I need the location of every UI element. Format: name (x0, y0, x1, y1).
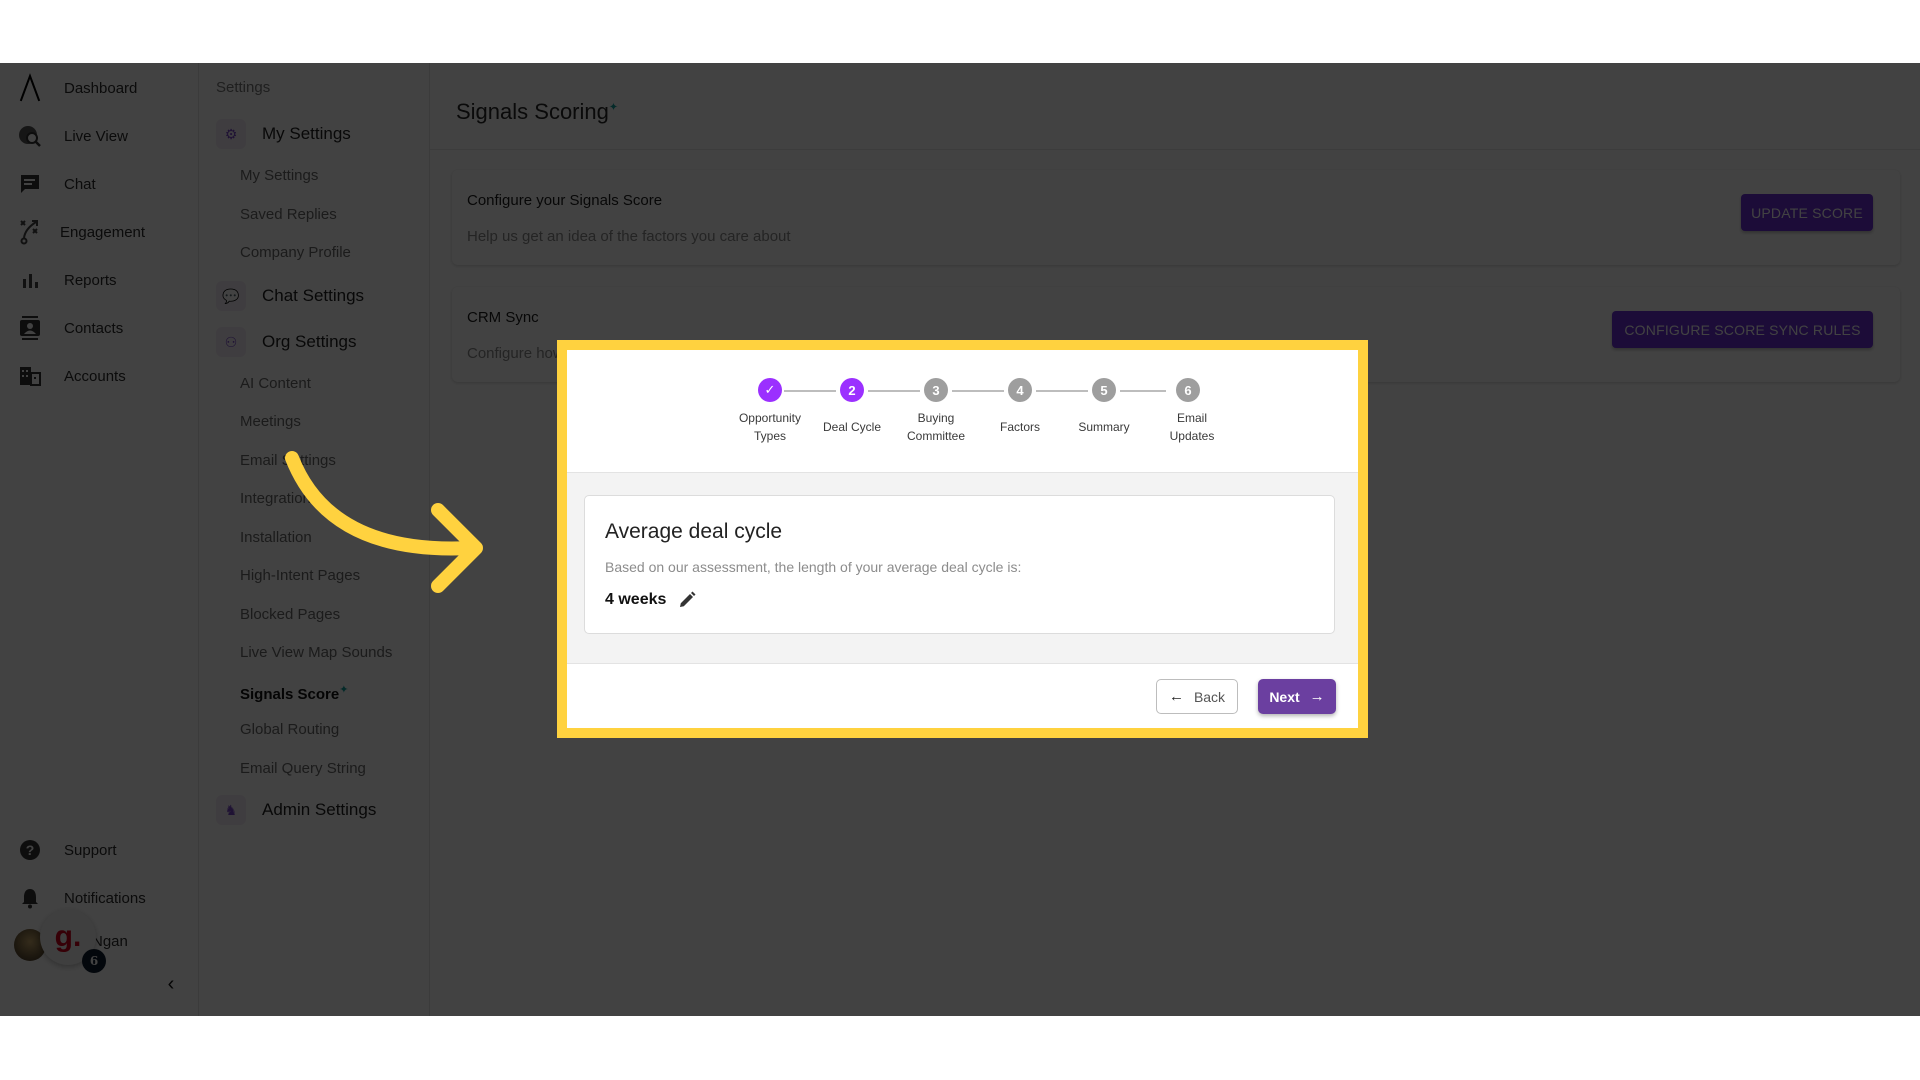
step-label: Email Updates (1169, 411, 1215, 443)
step-label: Opportunity Types (738, 411, 802, 443)
deal-cycle-heading: Average deal cycle (605, 520, 783, 543)
modal-highlight-frame: ✓ Opportunity Types 2 Deal Cycle 3 Buyin… (557, 340, 1368, 738)
step-label: Factors (999, 420, 1040, 434)
arrow-right-icon: → (1309, 688, 1325, 705)
step-number: 4 (1008, 378, 1032, 402)
step-buying-committee[interactable]: 3 Buying Committee (891, 378, 981, 445)
signals-score-wizard-modal: ✓ Opportunity Types 2 Deal Cycle 3 Buyin… (567, 350, 1358, 728)
step-label: Summary (1078, 420, 1130, 434)
step-number: 6 (1176, 378, 1200, 402)
step-factors[interactable]: 4 Factors (975, 378, 1065, 436)
arrow-left-icon: ← (1168, 688, 1184, 705)
deal-cycle-card: Average deal cycle Based on our assessme… (584, 495, 1335, 634)
step-number: 2 (840, 378, 864, 402)
step-deal-cycle[interactable]: 2 Deal Cycle (807, 378, 897, 436)
back-button[interactable]: ← Back (1156, 679, 1238, 714)
step-opportunity-types[interactable]: ✓ Opportunity Types (725, 378, 815, 445)
step-number: 5 (1092, 378, 1116, 402)
step-label: Deal Cycle (822, 420, 882, 434)
step-label: Buying Committee (906, 411, 965, 443)
wizard-stepper: ✓ Opportunity Types 2 Deal Cycle 3 Buyin… (567, 350, 1358, 472)
step-summary[interactable]: 5 Summary (1059, 378, 1149, 436)
pencil-icon[interactable] (678, 590, 698, 610)
check-icon: ✓ (758, 378, 782, 402)
next-button[interactable]: Next → (1258, 679, 1336, 714)
step-number: 3 (924, 378, 948, 402)
step-email-updates[interactable]: 6 Email Updates (1143, 378, 1233, 445)
deal-cycle-value-text: 4 weeks (605, 591, 667, 608)
deal-cycle-description: Based on our assessment, the length of y… (605, 559, 1022, 575)
modal-body: Average deal cycle Based on our assessme… (567, 472, 1358, 664)
modal-footer: ← Back Next → (567, 664, 1358, 728)
back-button-label: Back (1193, 688, 1226, 705)
deal-cycle-value: 4 weeks (605, 590, 698, 610)
next-button-label: Next (1269, 688, 1300, 705)
